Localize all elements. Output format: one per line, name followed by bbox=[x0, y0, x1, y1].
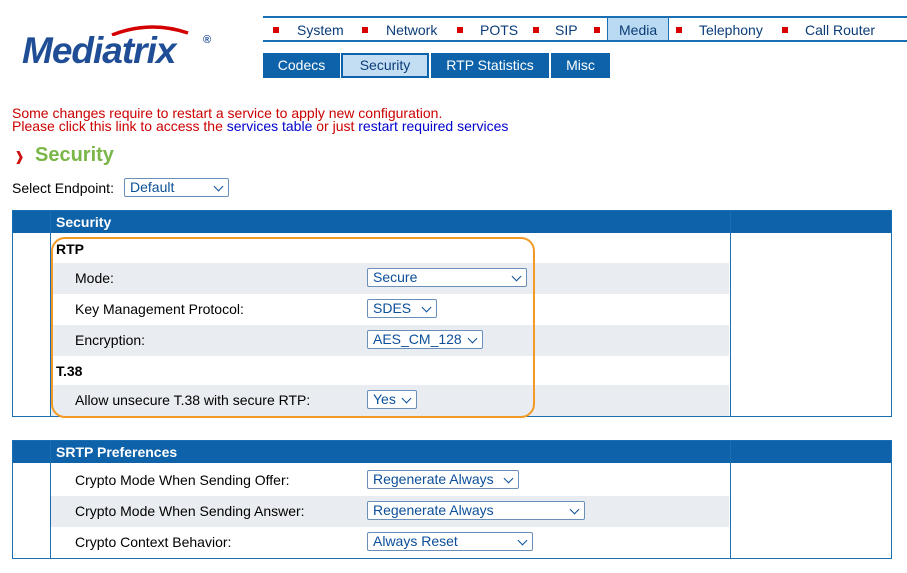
page-title: Security bbox=[35, 144, 114, 166]
chevron-right-icon: ❱ bbox=[14, 149, 25, 164]
crypto-offer-select-value: Regenerate Always bbox=[373, 471, 494, 487]
nav-bullet-icon bbox=[594, 27, 600, 33]
nav-pots[interactable]: POTS bbox=[480, 18, 518, 40]
logo-registered-mark: ® bbox=[203, 34, 212, 46]
crypto-offer-select[interactable]: Regenerate Always bbox=[367, 470, 519, 489]
table-divider bbox=[730, 211, 731, 416]
security-table-title: Security bbox=[56, 214, 112, 230]
nav-media[interactable]: Media bbox=[619, 18, 657, 40]
chevron-down-icon bbox=[517, 535, 528, 546]
nav-bullet-icon bbox=[676, 27, 682, 33]
highlight-box bbox=[51, 237, 535, 418]
nav-network[interactable]: Network bbox=[386, 18, 437, 40]
restart-links-line: Please click this link to access the ser… bbox=[12, 118, 508, 134]
nav-sip[interactable]: SIP bbox=[555, 18, 578, 40]
endpoint-select-value: Default bbox=[130, 179, 175, 195]
crypto-answer-label: Crypto Mode When Sending Answer: bbox=[75, 503, 305, 519]
crypto-context-select-value: Always Reset bbox=[373, 533, 458, 549]
nav-bullet-icon bbox=[362, 27, 368, 33]
security-table-header bbox=[13, 211, 891, 233]
restart-services-link[interactable]: restart required services bbox=[358, 118, 508, 134]
top-navigation: System Network POTS SIP Media Telephony … bbox=[263, 16, 907, 42]
tab-security[interactable]: Security bbox=[341, 53, 429, 78]
table-divider bbox=[730, 441, 731, 558]
crypto-context-label: Crypto Context Behavior: bbox=[75, 534, 232, 550]
nav-bullet-icon bbox=[457, 27, 463, 33]
notice-middle: or just bbox=[312, 118, 359, 134]
tab-misc[interactable]: Misc bbox=[551, 53, 610, 78]
srtp-table-title: SRTP Preferences bbox=[56, 444, 178, 460]
tab-rtp-statistics[interactable]: RTP Statistics bbox=[431, 53, 549, 78]
logo-text: Mediatrix bbox=[22, 30, 176, 71]
nav-system[interactable]: System bbox=[297, 18, 344, 40]
chevron-down-icon bbox=[569, 504, 580, 515]
nav-call-router[interactable]: Call Router bbox=[805, 18, 875, 40]
crypto-answer-select-value: Regenerate Always bbox=[373, 502, 494, 518]
notice-prefix: Please click this link to access the bbox=[12, 118, 227, 134]
tab-codecs[interactable]: Codecs bbox=[263, 53, 340, 78]
chevron-down-icon bbox=[213, 181, 224, 192]
nav-bullet-icon bbox=[273, 27, 279, 33]
mediatrix-logo: Mediatrix ® bbox=[22, 24, 222, 74]
chevron-down-icon bbox=[503, 473, 514, 484]
endpoint-select[interactable]: Default bbox=[124, 178, 229, 197]
nav-bullet-icon bbox=[533, 27, 539, 33]
select-endpoint-label: Select Endpoint: bbox=[12, 180, 114, 196]
crypto-answer-select[interactable]: Regenerate Always bbox=[367, 501, 585, 520]
nav-bullet-icon bbox=[782, 27, 788, 33]
services-table-link[interactable]: services table bbox=[227, 118, 313, 134]
crypto-offer-label: Crypto Mode When Sending Offer: bbox=[75, 472, 290, 488]
crypto-context-select[interactable]: Always Reset bbox=[367, 532, 533, 551]
nav-telephony[interactable]: Telephony bbox=[699, 18, 763, 40]
